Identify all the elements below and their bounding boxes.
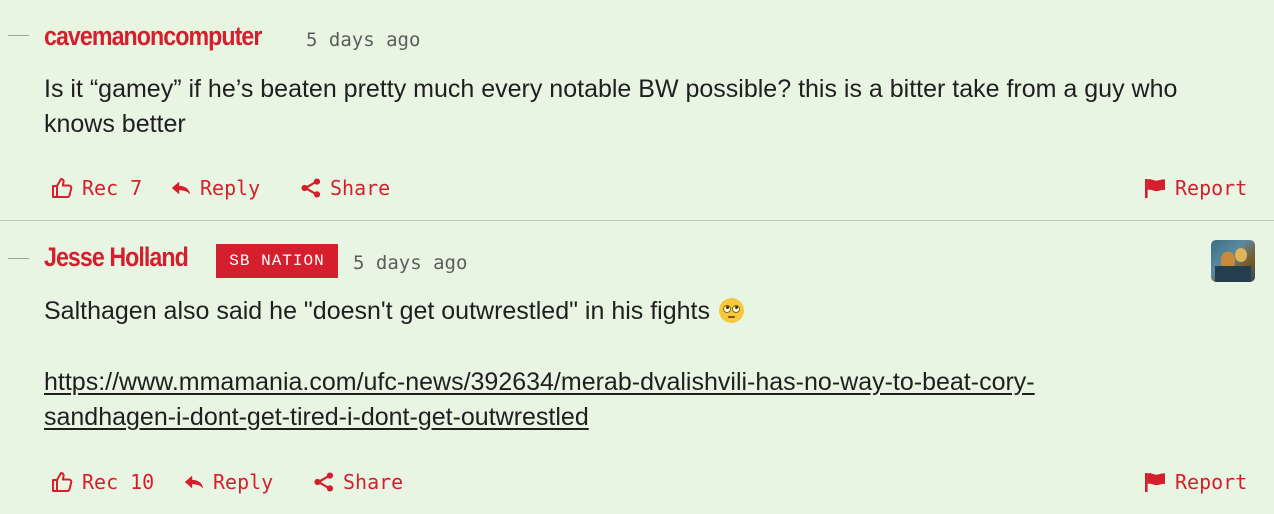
rec-count: 7 [130, 176, 143, 200]
rec-button[interactable]: Rec 7 [50, 176, 142, 200]
thumbs-up-icon [52, 472, 73, 492]
report-label: Report [1175, 470, 1248, 494]
comment-author[interactable]: cavemanoncomputer [44, 21, 262, 52]
comment-text: Salthagen also said he "doesn't get outw… [44, 297, 710, 325]
comment-timestamp[interactable]: 5 days ago [353, 252, 467, 274]
report-button[interactable]: Report [1143, 470, 1247, 494]
rec-button[interactable]: Rec 10 [50, 470, 154, 494]
thumbs-up-icon [52, 178, 73, 198]
collapse-toggle[interactable] [8, 35, 29, 36]
rec-label: Rec [82, 176, 119, 200]
comment-link-block: https://www.mmamania.com/ufc-news/392634… [44, 365, 1244, 435]
comment-body: Is it “gamey” if he’s beaten pretty much… [44, 72, 1244, 142]
share-icon [314, 472, 334, 492]
link-text-line2: sandhagen-i-dont-get-tired-i-dont-get-ou… [44, 403, 589, 431]
comment: Jesse Holland SB NATION 5 days ago Salth… [0, 221, 1274, 514]
author-badge: SB NATION [216, 244, 338, 278]
rec-count: 10 [130, 470, 155, 494]
reply-label: Reply [200, 176, 261, 200]
reply-label: Reply [213, 470, 274, 494]
comment-author[interactable]: Jesse Holland [44, 242, 189, 273]
share-button[interactable]: Share [300, 176, 390, 200]
collapse-toggle[interactable] [8, 258, 29, 259]
reply-arrow-icon [171, 181, 191, 195]
reply-arrow-icon [184, 475, 204, 489]
flag-icon [1145, 473, 1165, 492]
reply-button[interactable]: Reply [183, 470, 273, 494]
avatar[interactable] [1211, 240, 1255, 282]
rolling-eyes-emoji-icon [718, 298, 744, 323]
rec-label: Rec [82, 470, 119, 494]
share-label: Share [330, 176, 391, 200]
share-label: Share [343, 470, 404, 494]
article-link[interactable]: https://www.mmamania.com/ufc-news/392634… [44, 368, 1035, 431]
comment-text: Is it “gamey” if he’s beaten pretty much… [44, 75, 1178, 138]
link-text-line1: https://www.mmamania.com/ufc-news/392634… [44, 368, 1035, 396]
reply-button[interactable]: Reply [170, 176, 260, 200]
share-icon [301, 178, 321, 198]
share-button[interactable]: Share [313, 470, 403, 494]
report-button[interactable]: Report [1143, 176, 1247, 200]
comment-body: Salthagen also said he "doesn't get outw… [44, 294, 1244, 329]
comment: cavemanoncomputer 5 days ago Is it “game… [0, 0, 1274, 221]
flag-icon [1145, 179, 1165, 198]
report-label: Report [1175, 176, 1248, 200]
comment-timestamp[interactable]: 5 days ago [306, 29, 420, 51]
